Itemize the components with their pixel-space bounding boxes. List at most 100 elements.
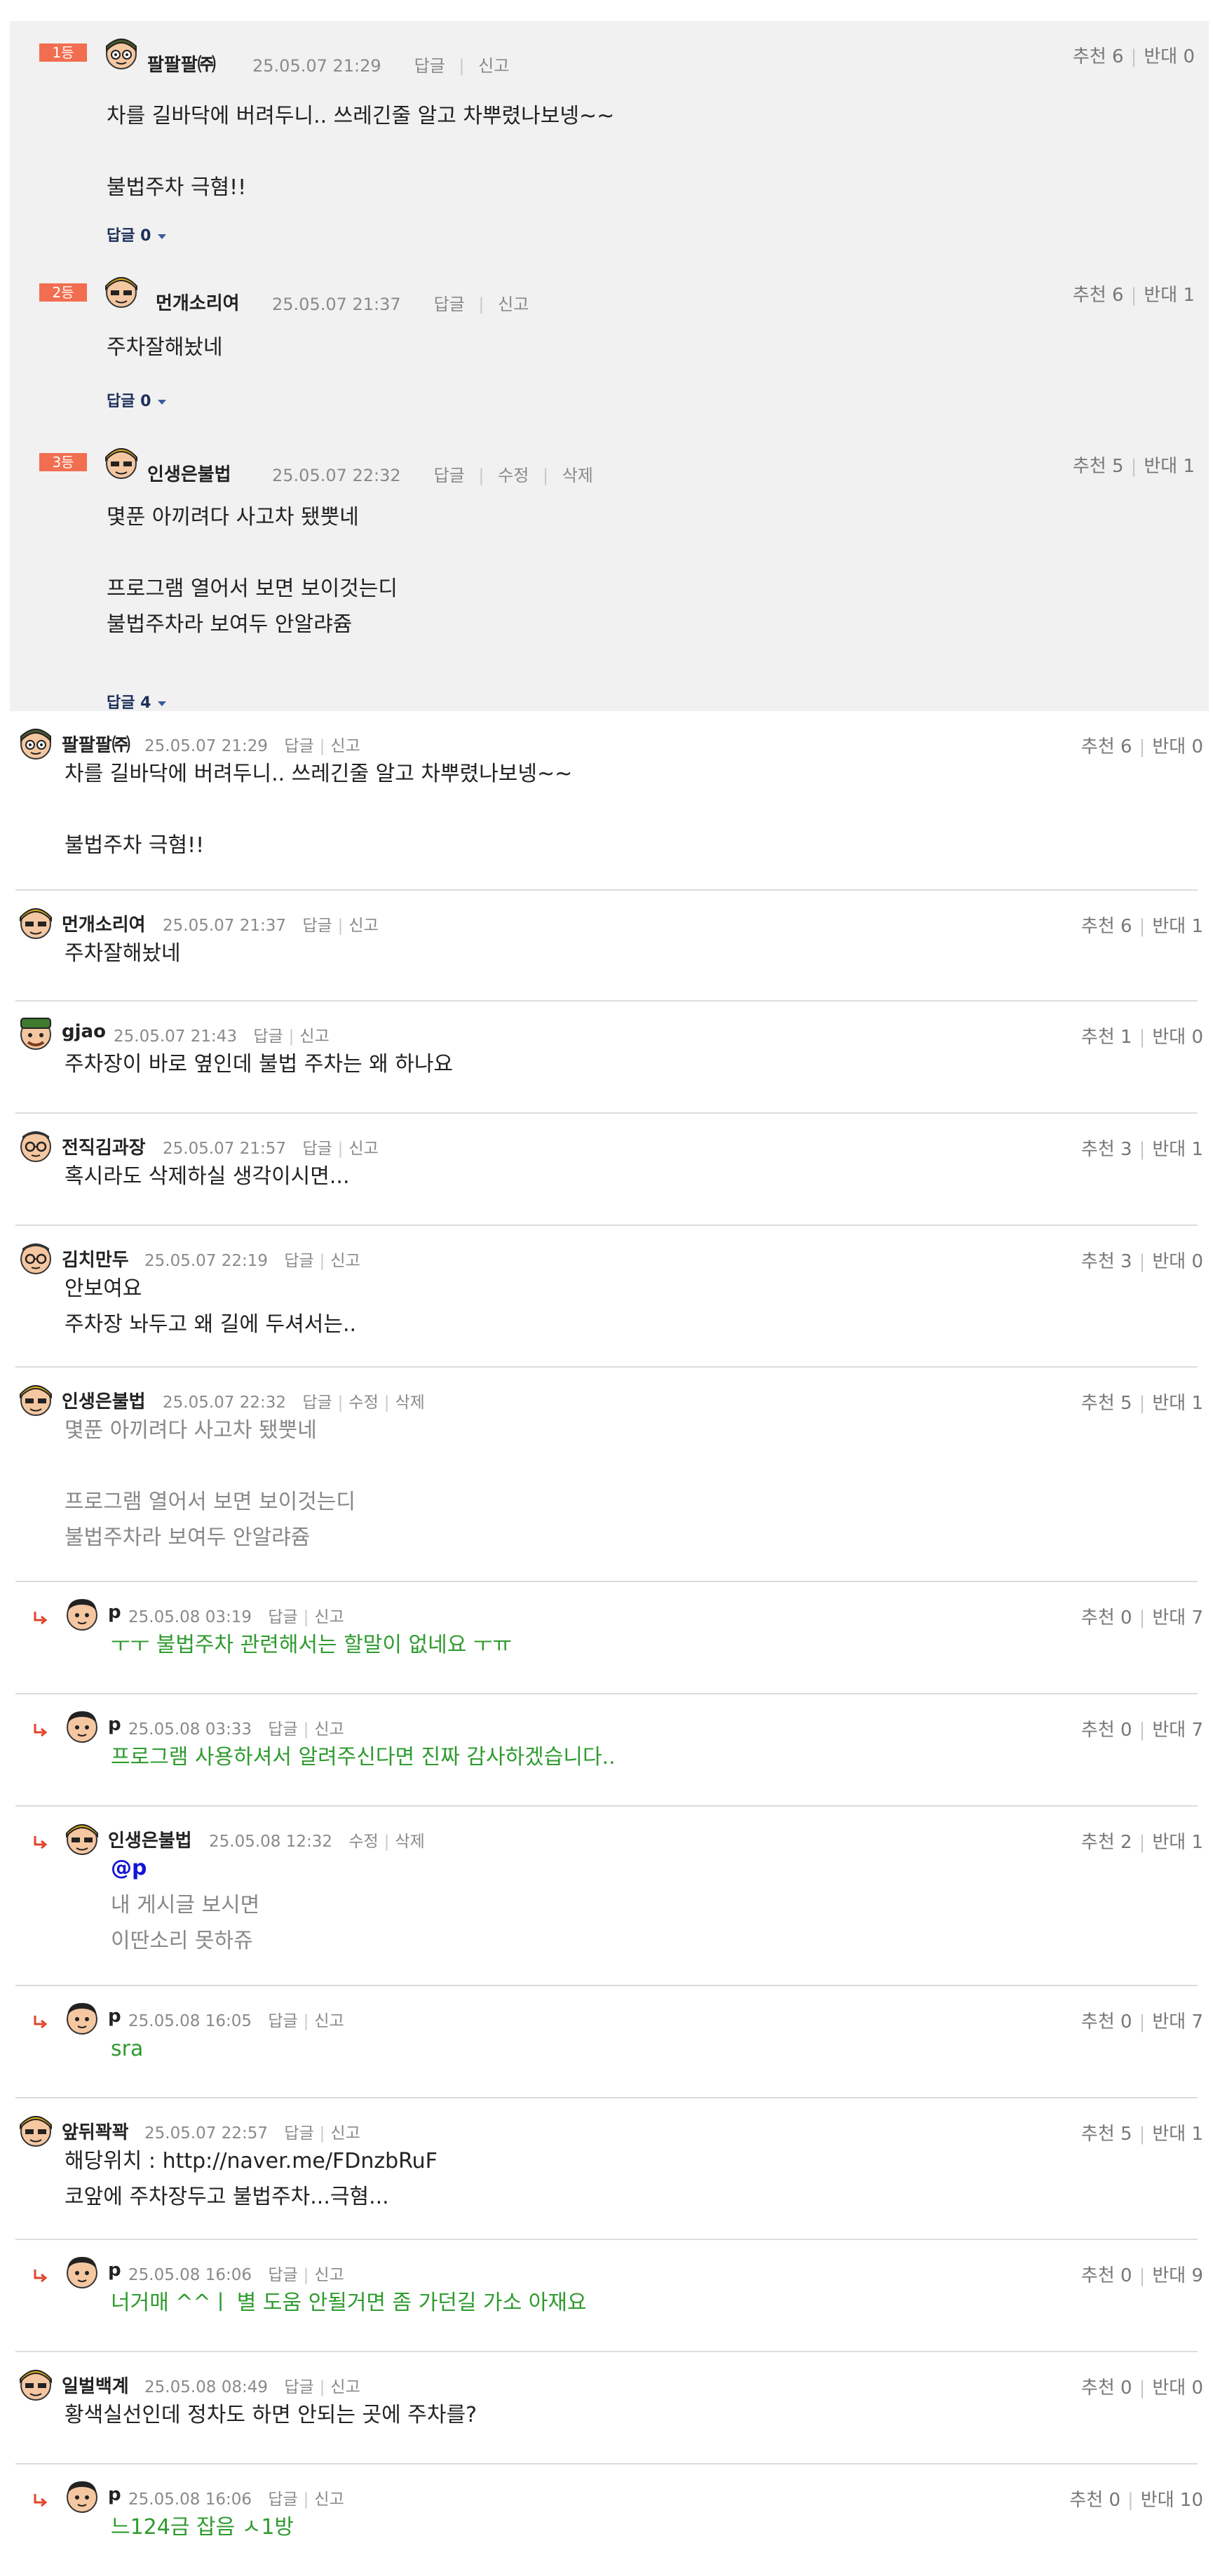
recommend-button[interactable]: 추천 0 [1081, 1607, 1132, 1628]
author-name[interactable]: 앞뒤꽉꽉 [62, 2118, 129, 2144]
author-name[interactable]: 인생은불법 [108, 1826, 192, 1852]
avatar-icon[interactable] [18, 1382, 53, 1417]
avatar-icon[interactable] [104, 274, 139, 309]
recommend-button[interactable]: 추천 0 [1069, 2490, 1120, 2511]
recommend-button[interactable]: 추천 3 [1081, 1139, 1132, 1160]
reply-link[interactable]: 답글 [268, 1608, 297, 1626]
report-link[interactable]: 신고 [314, 1608, 344, 1626]
avatar-icon[interactable] [104, 445, 139, 480]
reply-link[interactable]: 답글 [253, 1027, 283, 1046]
recommend-button[interactable]: 추천 3 [1081, 1251, 1132, 1272]
author-name[interactable]: p [108, 1602, 121, 1623]
author-name[interactable]: p [108, 1714, 121, 1735]
report-link[interactable]: 신고 [478, 56, 509, 76]
reply-link[interactable]: 답글 [284, 1252, 313, 1270]
author-name[interactable]: 김치만두 [62, 1246, 129, 1272]
report-link[interactable]: 신고 [330, 2378, 360, 2396]
avatar-icon[interactable] [65, 1708, 100, 1744]
oppose-button[interactable]: 반대 1 [1144, 285, 1195, 306]
reply-link[interactable]: 답글 [268, 2266, 297, 2284]
reply-toggle[interactable]: 답글 0 [107, 389, 167, 411]
recommend-button[interactable]: 추천 2 [1081, 1832, 1132, 1853]
avatar-icon[interactable] [18, 1240, 53, 1275]
report-link[interactable]: 신고 [348, 1140, 378, 1158]
recommend-button[interactable]: 추천 0 [1081, 2011, 1132, 2032]
oppose-button[interactable]: 반대 7 [1152, 1607, 1203, 1628]
author-name[interactable]: p [108, 2006, 121, 2027]
report-link[interactable]: 신고 [330, 2124, 360, 2143]
oppose-button[interactable]: 반대 0 [1152, 2378, 1203, 2399]
reply-link[interactable]: 답글 [284, 2124, 313, 2143]
oppose-button[interactable]: 반대 7 [1152, 1720, 1203, 1741]
oppose-button[interactable]: 반대 0 [1152, 736, 1203, 757]
author-name[interactable]: 먼개소리여 [156, 289, 240, 315]
author-name[interactable]: 인생은불법 [147, 460, 231, 486]
mention-link[interactable]: @p [111, 1856, 147, 1880]
report-link[interactable]: 신고 [330, 737, 360, 755]
oppose-button[interactable]: 반대 1 [1152, 2124, 1203, 2145]
oppose-button[interactable]: 반대 9 [1152, 2265, 1203, 2286]
avatar-icon[interactable] [18, 1016, 53, 1051]
edit-link[interactable]: 수정 [348, 1833, 378, 1851]
reply-link[interactable]: 답글 [268, 2012, 297, 2030]
avatar-icon[interactable] [104, 35, 139, 70]
reply-link[interactable]: 답글 [268, 1720, 297, 1739]
avatar-icon[interactable] [65, 1821, 100, 1856]
avatar-icon[interactable] [65, 1596, 100, 1631]
report-link[interactable]: 신고 [314, 2266, 344, 2284]
author-name[interactable]: 인생은불법 [62, 1387, 146, 1413]
author-name[interactable]: 전직김과장 [62, 1133, 146, 1159]
delete-link[interactable]: 삭제 [562, 466, 593, 485]
recommend-button[interactable]: 추천 6 [1073, 46, 1124, 67]
recommend-button[interactable]: 추천 5 [1073, 456, 1124, 477]
avatar-icon[interactable] [18, 2112, 53, 2147]
report-link[interactable]: 신고 [314, 2012, 344, 2030]
avatar-icon[interactable] [18, 2366, 53, 2401]
reply-link[interactable]: 답글 [434, 466, 465, 485]
reply-link[interactable]: 답글 [302, 1140, 332, 1158]
report-link[interactable]: 신고 [330, 1252, 360, 1270]
oppose-button[interactable]: 반대 0 [1144, 46, 1195, 67]
avatar-icon[interactable] [18, 905, 53, 940]
recommend-button[interactable]: 추천 5 [1081, 2124, 1132, 2145]
reply-link[interactable]: 답글 [434, 295, 465, 314]
author-name[interactable]: p [108, 2484, 121, 2505]
report-link[interactable]: 신고 [498, 295, 529, 314]
recommend-button[interactable]: 추천 6 [1073, 285, 1124, 306]
author-name[interactable]: 일벌백계 [62, 2372, 129, 2398]
reply-toggle[interactable]: 답글 0 [107, 223, 167, 245]
author-name[interactable]: p [108, 2260, 121, 2281]
oppose-button[interactable]: 반대 7 [1152, 2011, 1203, 2032]
reply-link[interactable]: 답글 [268, 2490, 297, 2509]
oppose-button[interactable]: 반대 0 [1152, 1027, 1203, 1048]
author-name[interactable]: 먼개소리여 [62, 910, 146, 936]
oppose-button[interactable]: 반대 1 [1144, 456, 1195, 477]
author-name[interactable]: gjao [62, 1021, 106, 1042]
reply-toggle[interactable]: 답글 4 [107, 690, 167, 713]
edit-link[interactable]: 수정 [348, 1394, 378, 1412]
recommend-button[interactable]: 추천 6 [1081, 916, 1132, 937]
avatar-icon[interactable] [18, 1128, 53, 1163]
report-link[interactable]: 신고 [299, 1027, 329, 1046]
recommend-button[interactable]: 추천 0 [1081, 2265, 1132, 2286]
delete-link[interactable]: 삭제 [395, 1833, 424, 1851]
recommend-button[interactable]: 추천 0 [1081, 1720, 1132, 1741]
author-name[interactable]: 팔팔팔㈜ [62, 731, 130, 757]
reply-link[interactable]: 답글 [414, 56, 445, 76]
reply-link[interactable]: 답글 [302, 917, 332, 935]
oppose-button[interactable]: 반대 1 [1152, 1139, 1203, 1160]
reply-link[interactable]: 답글 [284, 737, 313, 755]
author-name[interactable]: 팔팔팔㈜ [147, 50, 216, 76]
recommend-button[interactable]: 추천 6 [1081, 736, 1132, 757]
recommend-button[interactable]: 추천 0 [1081, 2378, 1132, 2399]
oppose-button[interactable]: 반대 1 [1152, 1832, 1203, 1853]
oppose-button[interactable]: 반대 0 [1152, 1251, 1203, 1272]
report-link[interactable]: 신고 [314, 1720, 344, 1739]
oppose-button[interactable]: 반대 1 [1152, 916, 1203, 937]
avatar-icon[interactable] [65, 2479, 100, 2514]
edit-link[interactable]: 수정 [498, 466, 529, 485]
report-link[interactable]: 신고 [314, 2490, 344, 2509]
delete-link[interactable]: 삭제 [395, 1394, 424, 1412]
report-link[interactable]: 신고 [348, 917, 378, 935]
avatar-icon[interactable] [18, 725, 53, 760]
